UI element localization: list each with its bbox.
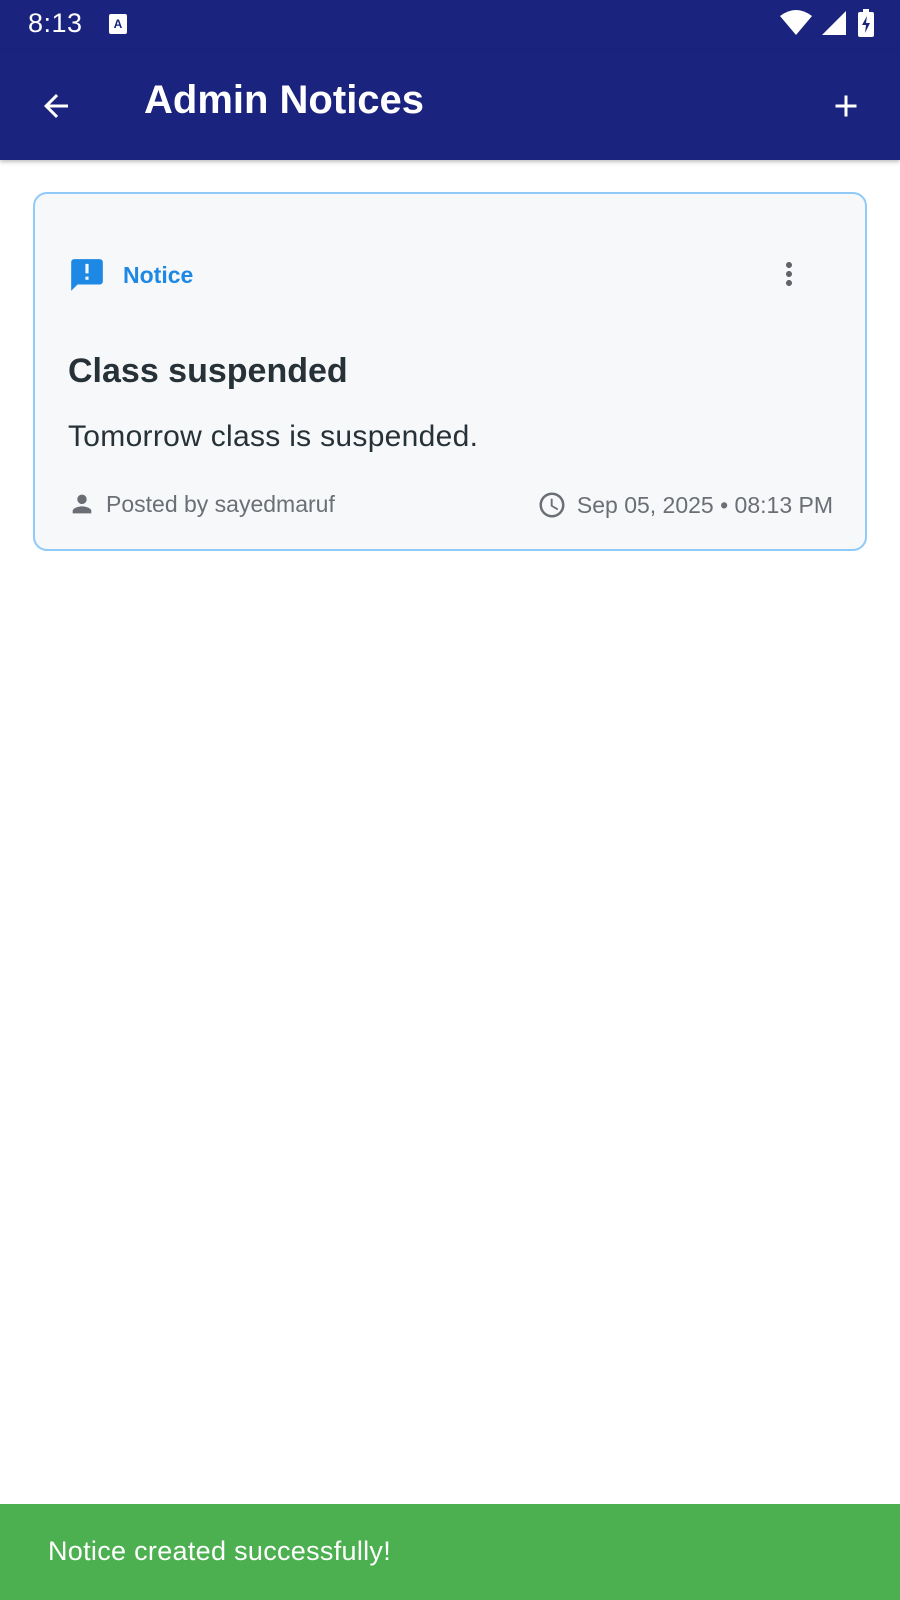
notice-datetime: Sep 05, 2025 • 08:13 PM: [537, 490, 833, 520]
notice-title: Class suspended: [68, 352, 348, 390]
notification-a-icon: A: [109, 14, 127, 34]
snackbar-message: Notice created successfully!: [48, 1536, 392, 1566]
battery-icon: [858, 9, 874, 37]
app-bar: Admin Notices: [0, 50, 900, 160]
clock-icon: [539, 492, 565, 518]
datetime-text: Sep 05, 2025 • 08:13 PM: [576, 491, 833, 518]
page-title: Admin Notices: [144, 78, 425, 122]
status-time: 8:13: [28, 8, 83, 38]
person-icon: [72, 494, 92, 514]
notice-card[interactable]: Notice Class suspended Tomorrow class is…: [33, 192, 867, 551]
announcement-icon: [71, 259, 103, 291]
back-button[interactable]: [30, 80, 82, 132]
add-notice-button[interactable]: [820, 80, 872, 132]
notice-category-label: Notice: [123, 262, 194, 288]
notice-author: Posted by sayedmaruf: [68, 490, 335, 518]
author-text: Posted by sayedmaruf: [106, 490, 335, 517]
more-vert-icon: [786, 262, 792, 286]
wifi-icon: [780, 10, 812, 35]
snackbar: Notice created successfully!: [0, 1504, 900, 1600]
status-bar: 8:13 A: [0, 0, 900, 50]
plus-icon: [835, 95, 857, 117]
signal-icon: [822, 11, 846, 35]
notice-body: Tomorrow class is suspended.: [68, 420, 479, 453]
arrow-back-icon: [44, 94, 68, 118]
more-options-button[interactable]: [765, 250, 813, 298]
svg-text:A: A: [114, 17, 123, 31]
